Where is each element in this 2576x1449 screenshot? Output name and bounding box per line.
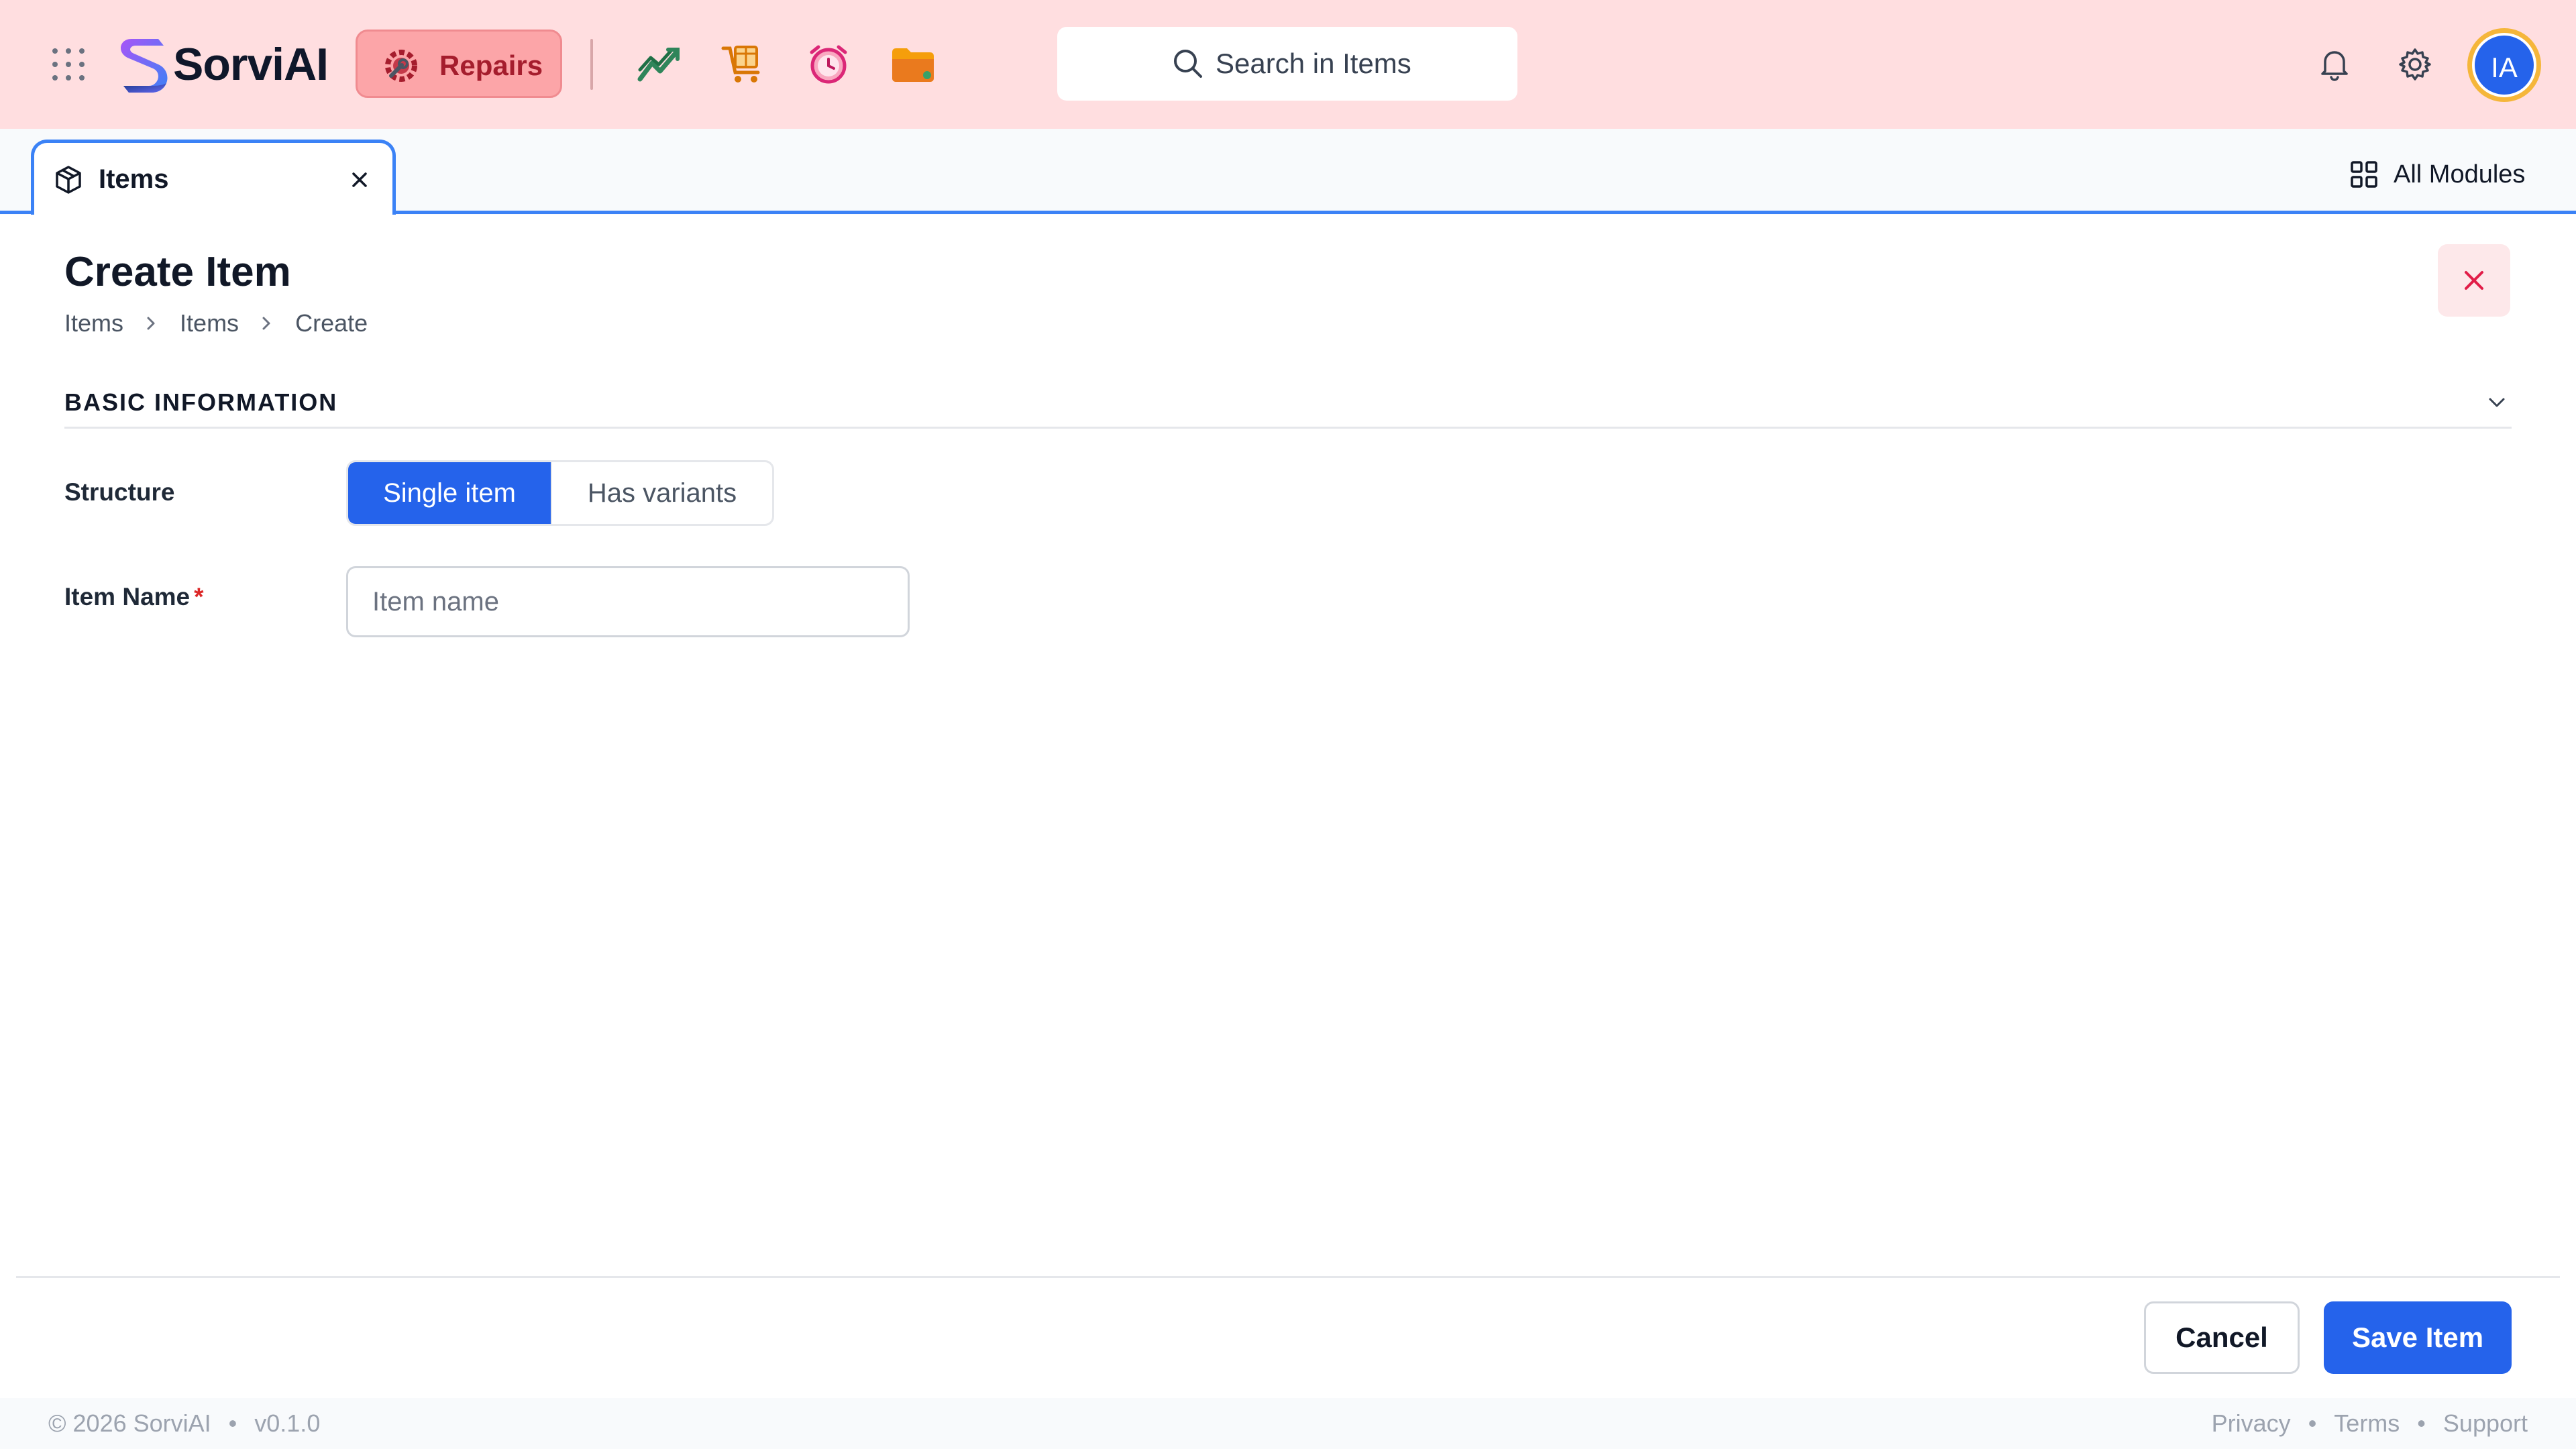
separator-dot: •	[2417, 1409, 2426, 1437]
status-left: © 2026 SorviAI • v0.1.0	[48, 1398, 320, 1449]
item-name-label: Item Name *	[64, 581, 204, 613]
section-title[interactable]: BASIC INFORMATION	[64, 386, 337, 419]
close-icon[interactable]	[347, 167, 372, 193]
all-modules-label: All Modules	[2394, 160, 2526, 189]
section-divider	[64, 427, 2512, 429]
tab-items[interactable]: Items	[31, 140, 396, 215]
apps-grid-icon[interactable]	[51, 47, 86, 82]
divider	[590, 39, 593, 90]
chevron-right-icon	[262, 317, 270, 330]
close-icon	[2465, 271, 2483, 290]
close-form-button[interactable]	[2438, 244, 2510, 317]
terms-link[interactable]: Terms	[2334, 1409, 2400, 1437]
alarm-clock-icon[interactable]	[805, 43, 852, 86]
tab-label: Items	[99, 164, 169, 194]
footer-divider	[16, 1276, 2560, 1278]
grid-icon	[2351, 161, 2377, 188]
top-bar: SorviAI Repairs Search in Items IA	[0, 0, 2576, 129]
structure-option-single[interactable]: Single item	[348, 462, 551, 524]
structure-option-variants[interactable]: Has variants	[551, 462, 772, 524]
save-item-button[interactable]: Save Item	[2324, 1301, 2512, 1374]
brand-name: SorviAI	[173, 39, 329, 90]
structure-label: Structure	[64, 478, 175, 506]
breadcrumb: Items Items Create	[64, 306, 368, 338]
version: v0.1.0	[254, 1409, 321, 1437]
avatar-initials: IA	[2472, 33, 2536, 97]
breadcrumb-item[interactable]: Items	[64, 307, 123, 339]
status-links: Privacy • Terms • Support	[2212, 1398, 2528, 1449]
cart-box-icon[interactable]	[720, 43, 767, 86]
chevron-down-icon[interactable]	[2483, 389, 2510, 416]
page-title: Create Item	[64, 249, 291, 295]
search-box[interactable]: Search in Items	[1057, 27, 1517, 101]
item-name-input[interactable]	[346, 566, 910, 637]
avatar[interactable]: IA	[2467, 28, 2541, 102]
search-placeholder: Search in Items	[1216, 48, 1411, 79]
module-repairs-button[interactable]: Repairs	[356, 30, 562, 98]
folder-icon[interactable]	[890, 43, 936, 86]
copyright: © 2026 SorviAI	[48, 1409, 211, 1437]
privacy-link[interactable]: Privacy	[2212, 1409, 2291, 1437]
structure-toggle: Single item Has variants	[346, 460, 774, 526]
chevron-right-icon	[147, 317, 155, 330]
cancel-button[interactable]: Cancel	[2144, 1301, 2300, 1374]
tab-strip: Items All Modules	[0, 129, 2576, 215]
breadcrumb-item[interactable]: Items	[180, 307, 239, 339]
separator-dot: •	[228, 1409, 237, 1437]
support-link[interactable]: Support	[2443, 1409, 2528, 1437]
repairs-gear-icon	[385, 50, 417, 82]
bell-icon[interactable]	[2316, 46, 2353, 83]
gear-icon[interactable]	[2396, 46, 2434, 83]
box-icon	[56, 166, 81, 194]
sales-chart-icon[interactable]	[636, 43, 683, 86]
search-icon	[1174, 50, 1202, 78]
item-name-label-text: Item Name	[64, 583, 191, 610]
required-mark: *	[194, 583, 204, 610]
status-bar: © 2026 SorviAI • v0.1.0 Privacy • Terms • Supp…	[0, 1398, 2576, 1449]
breadcrumb-item-current: Create	[295, 309, 368, 337]
module-label: Repairs	[439, 50, 543, 81]
sorviai-logo-icon[interactable]	[111, 34, 176, 95]
separator-dot: •	[2308, 1409, 2317, 1437]
